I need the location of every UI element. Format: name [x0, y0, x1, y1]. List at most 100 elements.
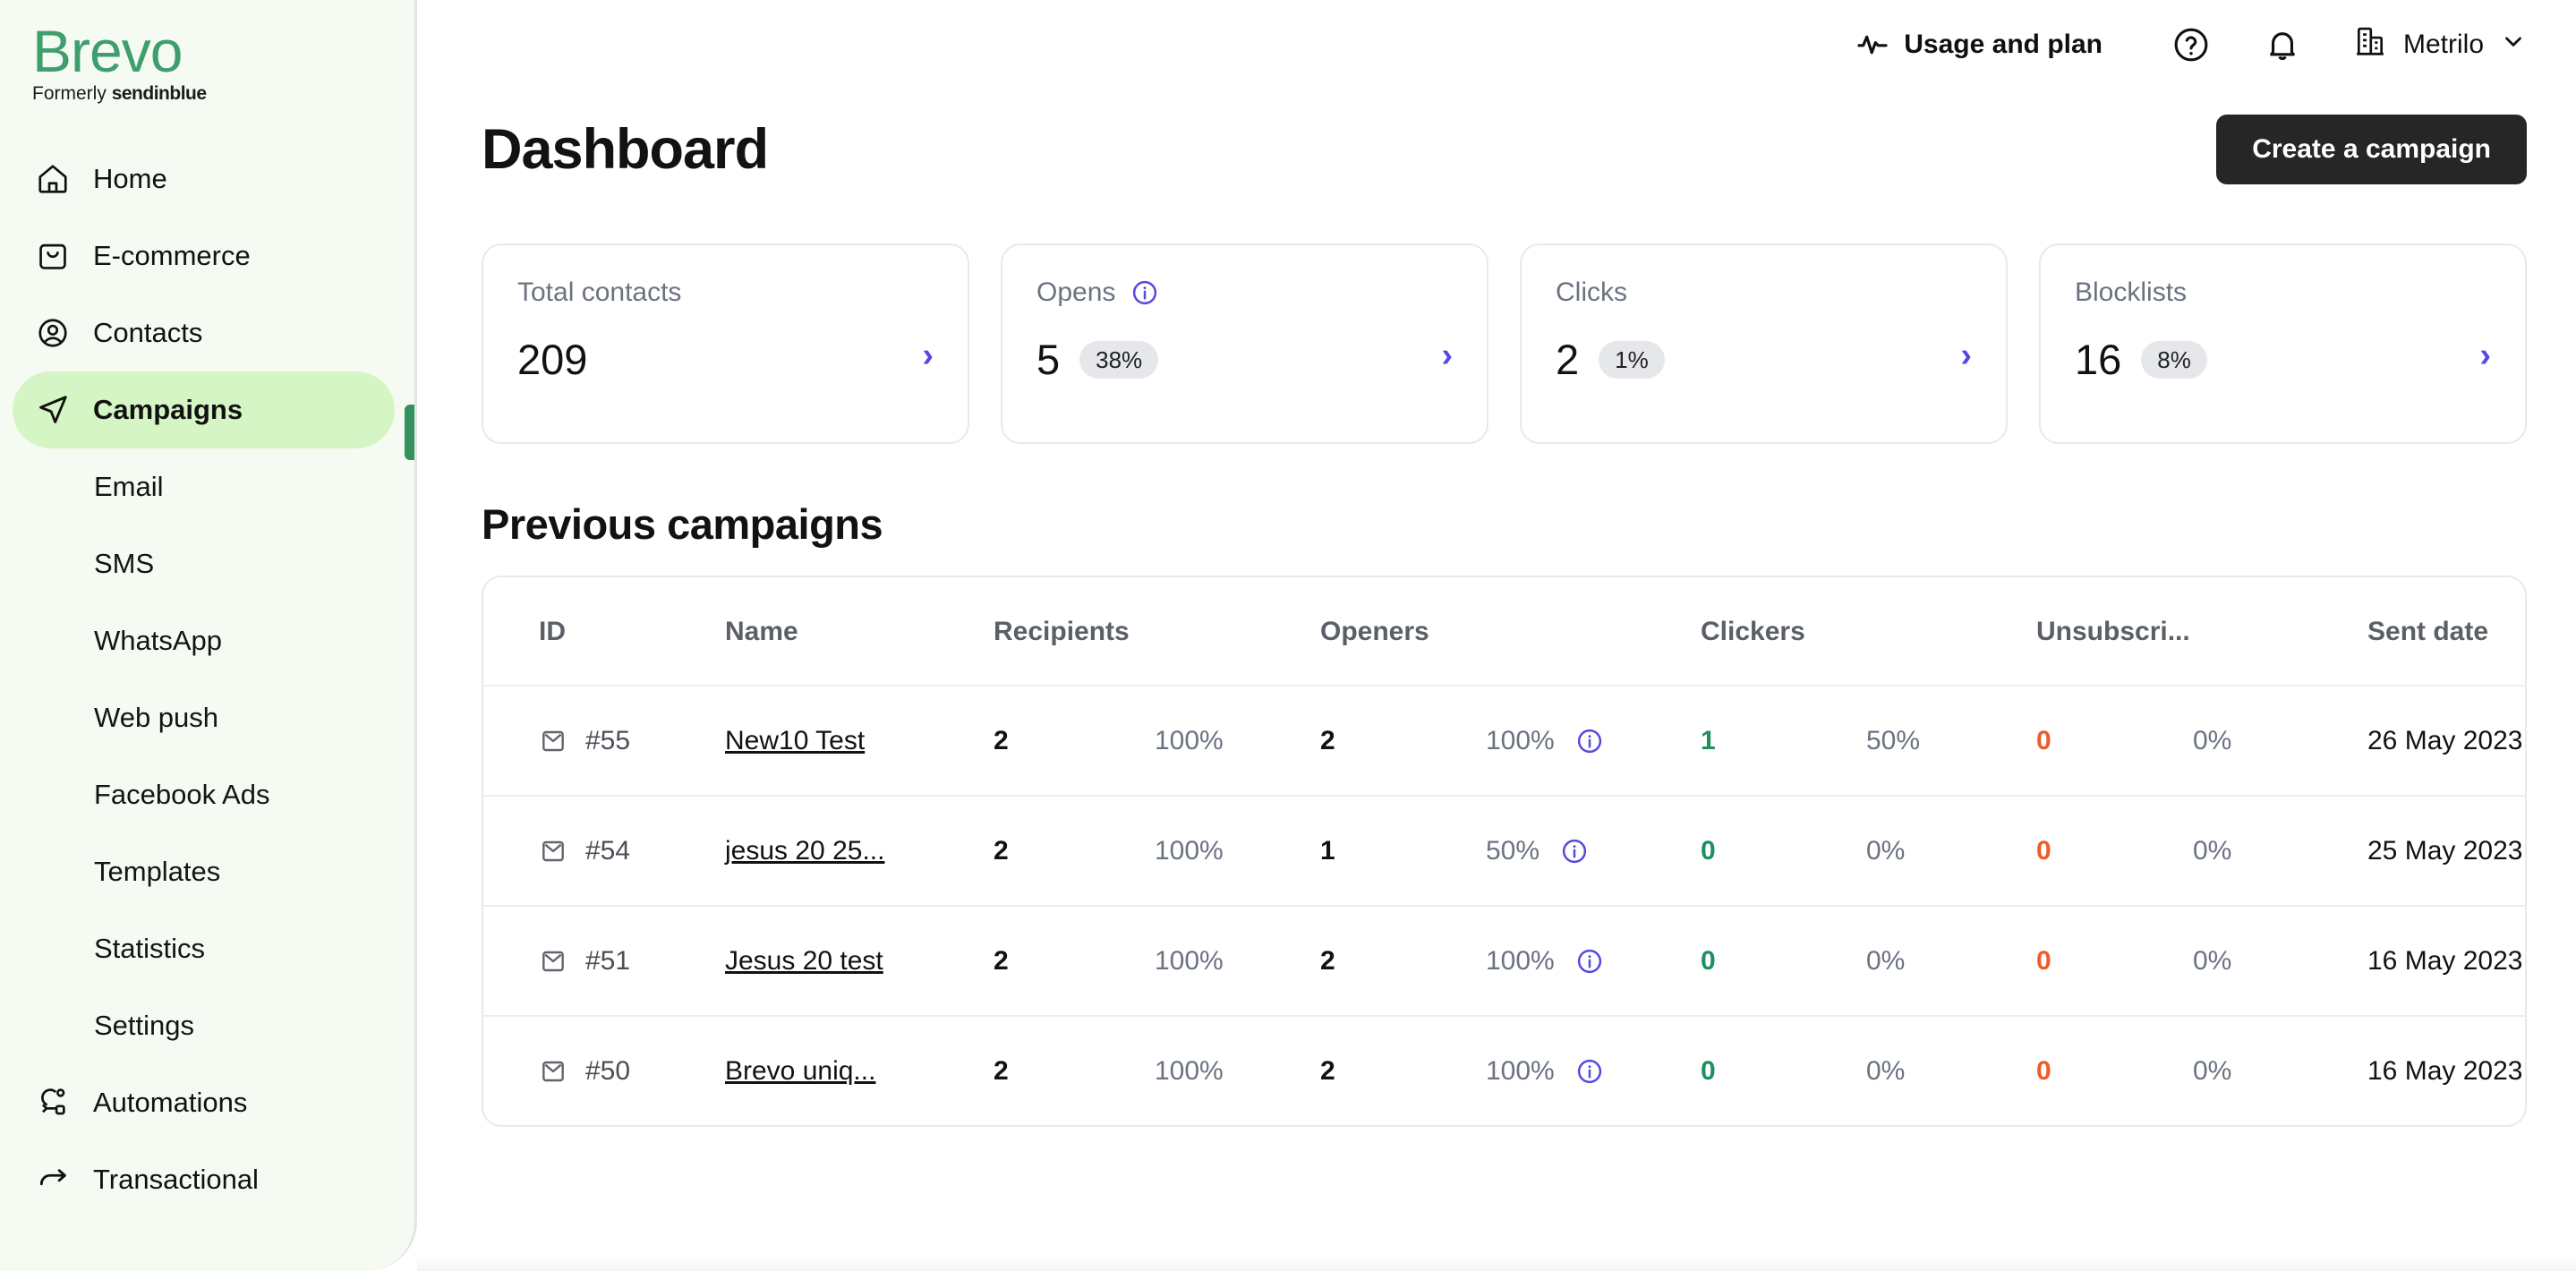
campaign-name-link[interactable]: Brevo uniq...	[725, 1056, 875, 1086]
help-circle-icon[interactable]	[2171, 24, 2212, 65]
openers-pct-text: 100%	[1486, 725, 1555, 755]
cell-recipients-pct: 100%	[1155, 796, 1320, 907]
table-row[interactable]: #51 Jesus 20 test 2 100% 2 100% 0 0% 0 0…	[483, 906, 2525, 1017]
cell-openers: 2	[1320, 906, 1486, 1017]
envelope-icon	[539, 1057, 567, 1086]
cell-unsubscribers: 0	[2036, 686, 2193, 797]
brand-tagline: Formerly sendinblue	[32, 83, 414, 105]
stat-card-value: 209	[517, 336, 588, 383]
cell-openers: 2	[1320, 1055, 1335, 1086]
table-row[interactable]: #50 Brevo uniq... 2 100% 2 100% 0 0% 0 0…	[483, 1016, 2525, 1125]
stat-card-total-contacts[interactable]: Total contacts 209 ›	[482, 243, 969, 444]
cell-openers-pct: 50%	[1486, 796, 1701, 907]
sidebar-item-label: Web push	[94, 701, 219, 733]
account-name: Metrilo	[2402, 30, 2484, 59]
column-header-openers: Openers	[1320, 577, 1486, 687]
account-switcher[interactable]: Metrilo	[2353, 24, 2527, 65]
sidebar-item-settings[interactable]: Settings	[0, 987, 414, 1064]
stat-card-badge: 8%	[2141, 340, 2207, 379]
column-header-unsubscribers-pct	[2193, 577, 2367, 687]
cell-id: #54	[483, 796, 725, 907]
openers-pct-text: 100%	[1486, 945, 1555, 976]
sidebar-item-label: Transactional	[93, 1163, 259, 1195]
page-title: Dashboard	[482, 118, 769, 181]
stat-card-blocklists[interactable]: Blocklists 16 8% ›	[2039, 243, 2527, 444]
sidebar-item-home[interactable]: Home	[13, 141, 395, 218]
sidebar-item-statistics[interactable]: Statistics	[0, 910, 414, 987]
bell-icon[interactable]	[2262, 24, 2303, 65]
sidebar-item-contacts[interactable]: Contacts	[13, 294, 395, 371]
info-icon[interactable]	[1576, 948, 1603, 975]
sidebar-item-web-push[interactable]: Web push	[0, 679, 414, 756]
home-icon	[36, 162, 70, 196]
sidebar-item-automations[interactable]: Automations	[13, 1064, 395, 1141]
column-header-openers-pct	[1486, 577, 1701, 687]
sidebar-item-label: Settings	[94, 1009, 195, 1041]
user-circle-icon	[36, 316, 70, 350]
chevron-right-icon[interactable]: ›	[1441, 338, 1453, 372]
sidebar-item-transactional[interactable]: Transactional	[13, 1141, 395, 1218]
stat-card-value: 2	[1556, 336, 1580, 383]
sidebar-item-templates[interactable]: Templates	[0, 833, 414, 910]
chevron-right-icon[interactable]: ›	[1960, 338, 1972, 372]
usage-and-plan-button[interactable]: Usage and plan	[1855, 28, 2103, 62]
sidebar-item-whatsapp[interactable]: WhatsApp	[0, 602, 414, 679]
cell-clickers-pct: 0%	[1866, 906, 2036, 1017]
stat-card-value-row: 2 1%	[1556, 338, 1972, 380]
campaign-name-link[interactable]: Jesus 20 test	[725, 946, 883, 976]
info-icon[interactable]	[1561, 838, 1588, 865]
sidebar-item-facebook-ads[interactable]: Facebook Ads	[0, 756, 414, 833]
sidebar-item-ecommerce[interactable]: E-commerce	[13, 218, 395, 294]
cell-unsubscribers-pct: 0%	[2193, 1055, 2232, 1086]
table-body: #55 New10 Test 2 100% 2 100% 1 50% 0 0% …	[483, 686, 2525, 1125]
table-row[interactable]: #55 New10 Test 2 100% 2 100% 1 50% 0 0% …	[483, 686, 2525, 797]
sidebar-item-label: Automations	[93, 1086, 248, 1118]
stat-label-text: Total contacts	[517, 277, 682, 307]
cell-sent-date: 26 May 2023	[2367, 686, 2525, 797]
section-title-previous-campaigns: Previous campaigns	[482, 500, 883, 548]
cell-recipients-pct: 100%	[1155, 906, 1320, 1017]
sidebar-item-label: E-commerce	[93, 239, 251, 271]
cell-name: Jesus 20 test	[725, 906, 994, 1017]
stat-card-value-row: 5 38%	[1036, 338, 1453, 380]
cell-name: jesus 20 25...	[725, 796, 994, 907]
stat-card-value: 16	[2075, 336, 2122, 383]
cell-recipients: 2	[994, 906, 1155, 1017]
chevron-right-icon[interactable]: ›	[922, 338, 934, 372]
sidebar-item-label: SMS	[94, 547, 155, 579]
info-icon[interactable]	[1131, 279, 1158, 306]
cell-id: #51	[483, 906, 725, 1017]
campaign-id: #54	[585, 835, 631, 866]
table-row[interactable]: #54 jesus 20 25... 2 100% 1 50% 0 0% 0 0…	[483, 796, 2525, 907]
envelope-icon	[539, 837, 567, 866]
cell-unsubscribers: 0	[2036, 796, 2193, 907]
campaign-name-link[interactable]: jesus 20 25...	[725, 836, 884, 866]
create-campaign-button[interactable]: Create a campaign	[2216, 115, 2527, 184]
campaign-id: #50	[585, 1055, 631, 1086]
sidebar: Brevo Formerly sendinblue Home E-commerc…	[0, 0, 417, 1271]
stat-label-text: Clicks	[1556, 277, 1627, 307]
chevron-right-icon[interactable]: ›	[2479, 338, 2491, 372]
stat-card-opens[interactable]: Opens 5 38% ›	[1001, 243, 1488, 444]
sidebar-item-label: Email	[94, 470, 164, 502]
cell-recipients: 2	[994, 796, 1155, 907]
sidebar-item-email[interactable]: Email	[0, 448, 414, 525]
sidebar-item-campaigns[interactable]: Campaigns	[13, 371, 395, 448]
cell-recipients-pct: 100%	[1155, 686, 1320, 797]
stat-card-badge: 1%	[1599, 340, 1665, 379]
brand-logo-block[interactable]: Brevo Formerly sendinblue	[0, 0, 414, 105]
cell-recipients-pct: 100%	[1155, 1055, 1224, 1086]
sidebar-item-sms[interactable]: SMS	[0, 525, 414, 602]
stat-card-clicks[interactable]: Clicks 2 1% ›	[1520, 243, 2008, 444]
stat-card-value: 5	[1036, 336, 1061, 383]
stat-card-value-row: 209	[517, 338, 934, 380]
info-icon[interactable]	[1576, 728, 1603, 755]
campaign-name-link[interactable]: New10 Test	[725, 726, 865, 755]
info-icon[interactable]	[1576, 1058, 1603, 1085]
stat-card-label: Blocklists	[2075, 277, 2491, 308]
campaign-id: #55	[585, 725, 631, 755]
sidebar-item-label: Home	[93, 162, 167, 194]
stat-card-value-row: 16 8%	[2075, 338, 2491, 380]
cell-openers-pct: 100%	[1486, 906, 1701, 1017]
sidebar-item-label: WhatsApp	[94, 624, 223, 656]
